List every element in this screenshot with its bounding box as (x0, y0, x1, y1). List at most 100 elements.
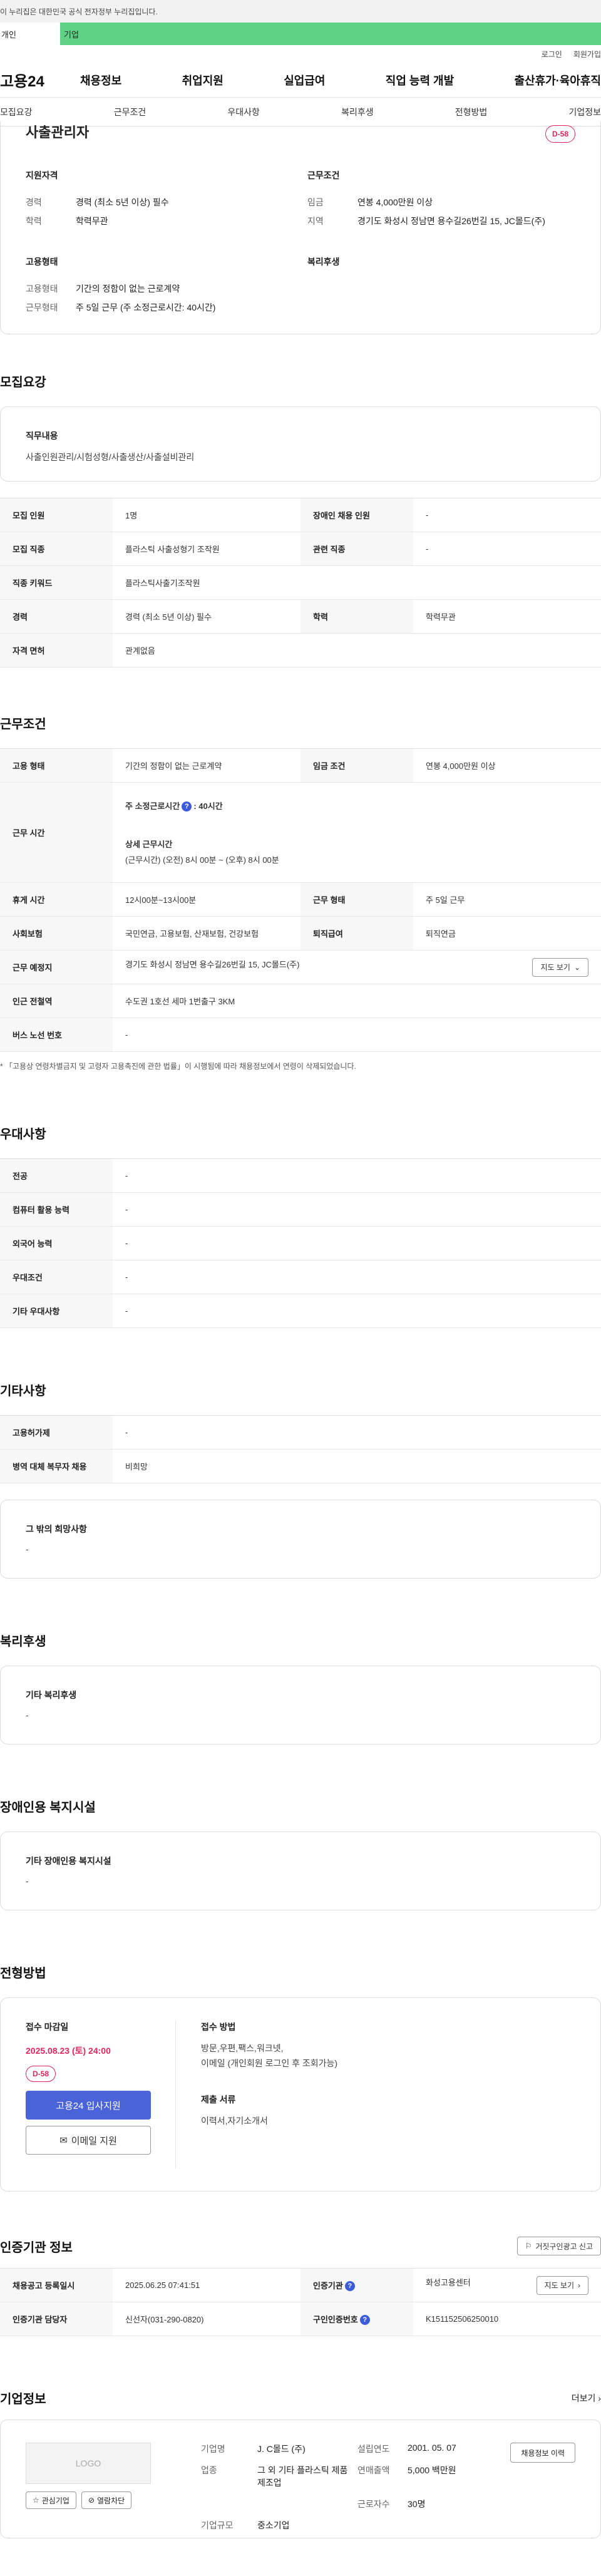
site-logo[interactable]: 고용24 (0, 69, 63, 91)
favorite-company-button[interactable]: ☆ 관심기업 (26, 2491, 76, 2509)
summary-value: 경기도 화성시 정남면 용수길26번길 15, JC몰드(주) (357, 216, 545, 226)
table-cell: 2025.06.25 07:41:51 (113, 2268, 300, 2302)
report-button[interactable]: ⚐ 거짓구인광고 신고 (516, 2237, 601, 2255)
table-header-cell: 컴퓨터 활용 능력 (0, 1192, 113, 1227)
gnb-item-vocational-training[interactable]: 직업 능력 개발 (386, 72, 454, 88)
etc-wish-box: 그 밖의 희망사항 - (0, 1500, 601, 1579)
subnav-preferences[interactable]: 우대사항 (227, 106, 260, 118)
subnav-selection[interactable]: 전형방법 (455, 106, 488, 118)
work-place-value: 경기도 화성시 정남면 용수길26번길 15, JC몰드(주) (125, 959, 300, 969)
tab-company[interactable]: 기업 (60, 23, 601, 45)
table-row: 버스 노선 번호 - (0, 1018, 601, 1052)
summary-row: 경력 경력 (최소 5년 이상) 필수 (26, 193, 307, 212)
apply-button[interactable]: 고용24 입사지원 (26, 2091, 151, 2120)
table-cell: - (113, 1260, 601, 1294)
company-more-label: 더보기 (571, 2393, 596, 2403)
chevron-down-icon: ⌄ (573, 962, 580, 972)
table-header-cell: 고용 형태 (0, 748, 113, 783)
company-size: 중소기업 (257, 2520, 290, 2530)
subnav-company[interactable]: 기업정보 (568, 106, 601, 118)
table-header-cell: 모집 인원 (0, 498, 113, 532)
company-info-key: 기업명 (201, 2444, 225, 2454)
table-header-cell: 우대조건 (0, 1260, 113, 1294)
gnb-item-unemployment-benefit[interactable]: 실업급여 (284, 72, 325, 88)
table-header-cell: 근무 형태 (300, 882, 413, 917)
table-cell: 기간의 정함이 없는 근로계약 (113, 748, 300, 783)
docs-head: 제출 서류 (201, 2094, 236, 2105)
table-header-cell: 경력 (0, 599, 113, 634)
selection-right: 접수 방법 방문,우편,팩스,워크넷, 이메일 (개인회원 로그인 후 조회가능… (176, 2021, 337, 2168)
map-button[interactable]: 지도 보기 ⌄ (532, 957, 588, 977)
tab-personal[interactable]: 개인 (0, 23, 60, 45)
section-title-disabled: 장애인용 복지시설 (0, 1801, 96, 1815)
section-title-selection: 전형방법 (0, 1967, 46, 1981)
table-header-cell: 장애인 채용 인원 (300, 498, 413, 532)
summary-value: 주 5일 근무 (주 소정근로시간: 40시간) (76, 302, 216, 312)
table-cell: 1명 (113, 498, 300, 532)
gnb-item-maternity-leave[interactable]: 출산휴가·육아휴직 (515, 72, 601, 88)
table-row: 직종 키워드 플라스틱사출기조작원 (0, 565, 601, 600)
disabled-head: 기타 장애인용 복지시설 (26, 1856, 111, 1866)
company-more-link[interactable]: 더보기 › (572, 2392, 601, 2404)
report-button-label: 거짓구인광고 신고 (535, 2242, 593, 2251)
section-title-prefer: 우대사항 (0, 1128, 46, 1141)
info-icon[interactable]: ? (359, 2315, 370, 2326)
company-info: 기업명 J. C몰드 (주) 설립연도 2001. 05. 07 업종 그 외 … (201, 2443, 501, 2530)
summary-value: 학력무관 (76, 216, 108, 226)
subnav-welfare[interactable]: 복리후생 (341, 106, 374, 118)
favorite-label: 관심기업 (41, 2496, 69, 2505)
email-apply-button[interactable]: ✉ 이메일 지원 (26, 2126, 151, 2155)
table-row: 경력 경력 (최소 5년 이상) 필수 학력 학력무관 (0, 599, 601, 634)
gnb-menu: 채용정보 취업지원 실업급여 직업 능력 개발 출산휴가·육아휴직 (63, 72, 601, 88)
table-header-cell: 전공 (0, 1158, 113, 1193)
summary-employment: 고용형태 고용형태 기간의 정함이 없는 근로계약 근무형태 주 5일 근무 (주 … (26, 255, 307, 317)
gnb-item-employment-support[interactable]: 취업지원 (182, 72, 223, 88)
table-header-cell: 근무 시간 (0, 782, 113, 883)
report-icon: ⚐ (525, 2242, 532, 2250)
summary-qualification: 지원자격 경력 경력 (최소 5년 이상) 필수 학력 학력무관 (26, 169, 307, 230)
table-cell: 플라스틱사출기조작원 (113, 565, 601, 600)
cert-map-button[interactable]: 지도 보기 › (536, 2275, 588, 2295)
summary-key: 지역 (307, 216, 324, 226)
table-header-cell: 병역 대체 복무자 채용 (0, 1449, 113, 1483)
summary-cond-head: 근무조건 (307, 170, 340, 180)
summary-key: 근무형태 (26, 302, 58, 312)
section-title-work: 근무조건 (0, 718, 46, 731)
table-header-cell: 외국어 능력 (0, 1226, 113, 1260)
welfare-head: 기타 복리후생 (26, 1690, 77, 1700)
company-right: 채용정보 이력 (510, 2443, 575, 2515)
table-row: 사회보험 국민연금, 고용보험, 산재보험, 건강보험 퇴직급여 퇴직연금 (0, 916, 601, 951)
welfare-box: 기타 복리후생 - (0, 1666, 601, 1744)
hours-detail: (근무시간) (오전) 8시 00분 ~ (오후) 8시 00분 (125, 855, 279, 865)
summary-row: 고용형태 기간의 정함이 없는 근로계약 (26, 279, 307, 298)
company-info-key: 업종 (201, 2465, 217, 2475)
company-head-row: 기업정보 더보기 › (0, 2389, 601, 2407)
company-industry: 그 외 기타 플라스틱 제품 제조업 (257, 2465, 348, 2488)
subnav-work-conditions[interactable]: 근무조건 (114, 106, 146, 118)
hours-main-label: 주 소정근로시간 (125, 801, 180, 811)
table-header-cell: 인근 전철역 (0, 984, 113, 1018)
signup-link[interactable]: 회원가입 (573, 49, 601, 59)
summary-key: 학력 (26, 216, 42, 226)
summary-row: 학력 학력무관 (26, 212, 307, 230)
job-history-button[interactable]: 채용정보 이력 (510, 2443, 575, 2463)
subnav-recruit[interactable]: 모집요강 (0, 106, 33, 118)
company-actions: ☆ 관심기업 ⊘ 열람차단 (26, 2491, 151, 2509)
table-row: 전공 - (0, 1158, 601, 1193)
company-founded: 2001. 05. 07 (408, 2443, 456, 2453)
block-company-button[interactable]: ⊘ 열람차단 (81, 2491, 132, 2509)
email-apply-label: 이메일 지원 (71, 2135, 117, 2146)
table-header-cell: 인증기관 담당자 (0, 2302, 113, 2336)
cert-org-label: 인증기관 (313, 2280, 343, 2290)
work-table: 고용 형태 기간의 정함이 없는 근로계약 임금 조건 연봉 4,000만원 이… (0, 748, 601, 1052)
login-link[interactable]: 로그인 (542, 49, 562, 59)
work-hours-cell: 주 소정근로시간?: 40시간 상세 근무시간 (근무시간) (오전) 8시 0… (113, 782, 601, 883)
table-cell: 12시00분~13시00분 (113, 882, 300, 917)
method-value-2: 이메일 (개인회원 로그인 후 조회가능) (201, 2058, 338, 2068)
gov-banner-text: 이 누리집은 대한민국 공식 전자정부 누리집입니다. (0, 7, 158, 16)
info-icon[interactable]: ? (344, 2281, 355, 2292)
gnb-item-jobs[interactable]: 채용정보 (80, 72, 121, 88)
recruit-table: 모집 인원 1명 장애인 채용 인원 - 모집 직종 플라스틱 사출성형기 조작… (0, 498, 601, 667)
company-name: J. C몰드 (주) (257, 2444, 306, 2454)
info-icon[interactable]: ? (182, 801, 192, 812)
